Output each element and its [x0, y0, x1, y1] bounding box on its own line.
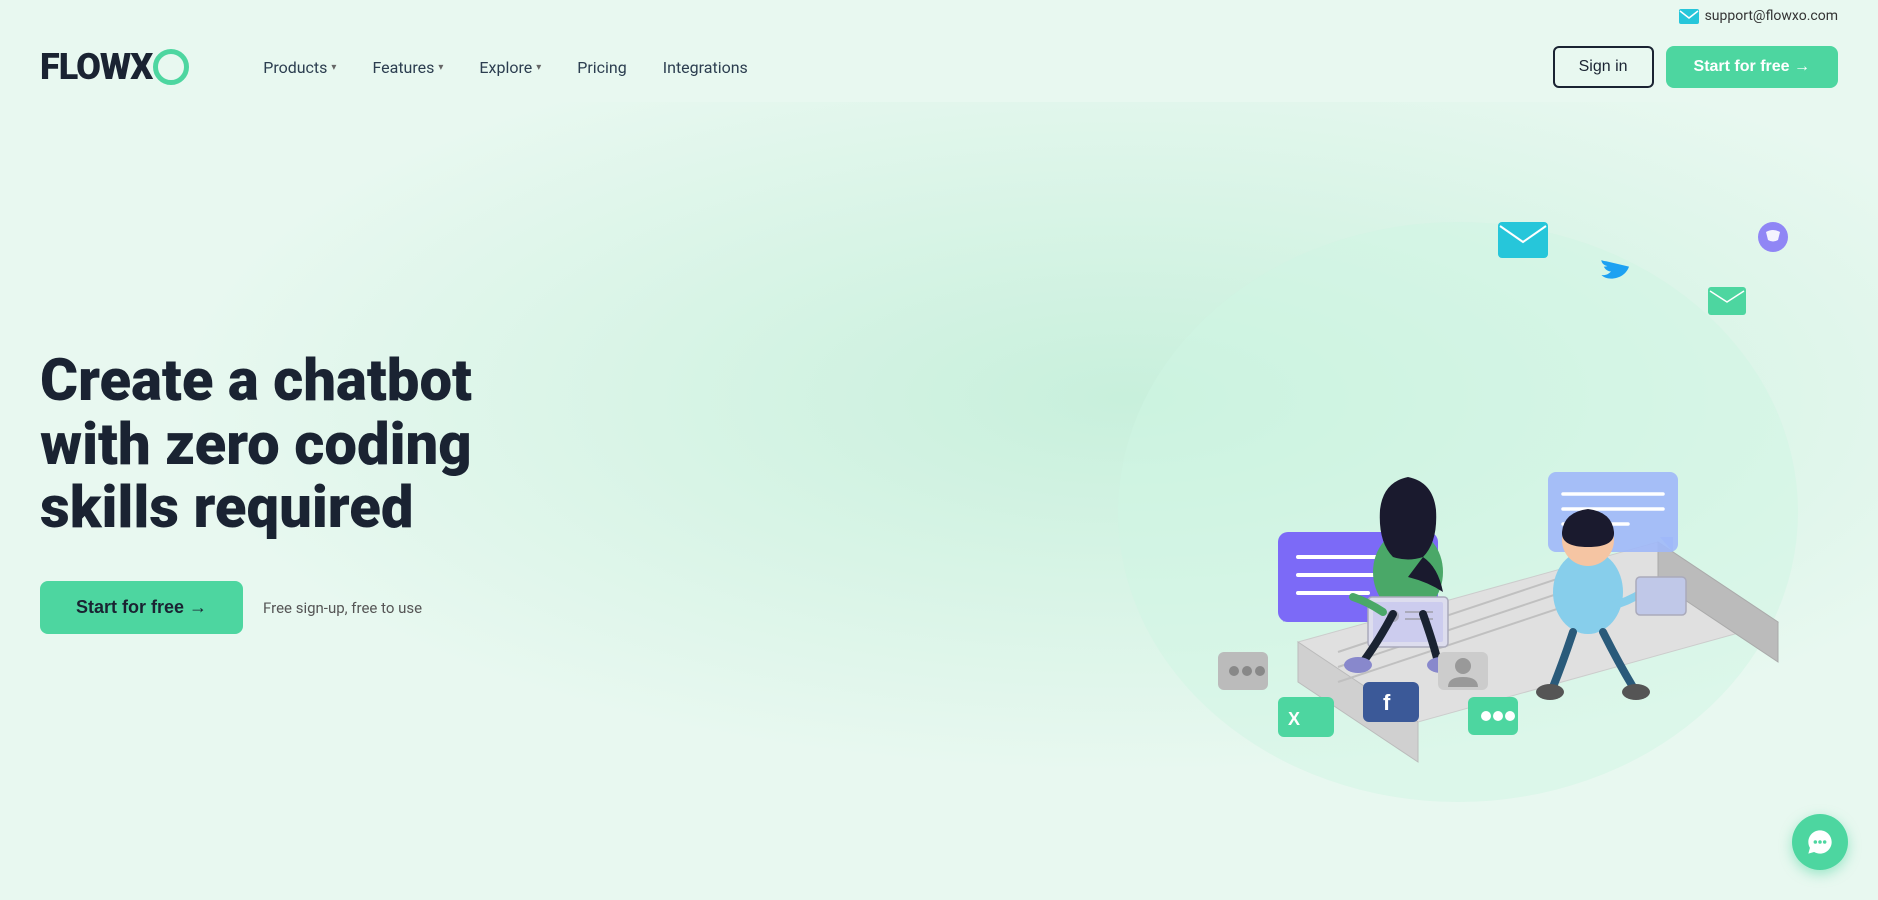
svg-text:f: f — [1383, 690, 1391, 715]
nav-integrations[interactable]: Integrations — [649, 50, 762, 85]
hero-headline: Create a chatbot with zero coding skills… — [40, 350, 560, 541]
navbar: FLOWX Products ▾ Features ▾ Explore ▾ Pr… — [0, 32, 1878, 102]
hero-section: Create a chatbot with zero coding skills… — [0, 102, 1878, 842]
logo-circle — [153, 49, 189, 85]
support-email[interactable]: support@flowxo.com — [1705, 8, 1838, 24]
hero-illustration: f X — [560, 142, 1838, 842]
support-email-container: support@flowxo.com — [1679, 8, 1838, 24]
hero-note: Free sign-up, free to use — [263, 599, 422, 617]
nav-features[interactable]: Features ▾ — [358, 50, 457, 85]
signin-button[interactable]: Sign in — [1553, 46, 1654, 88]
logo-text: FLOWX — [40, 46, 152, 88]
chevron-down-icon: ▾ — [331, 62, 336, 73]
nav-actions: Sign in Start for free → — [1553, 46, 1838, 88]
start-free-button-nav[interactable]: Start for free → — [1666, 46, 1838, 88]
email-icon — [1679, 9, 1699, 24]
hero-svg: f X — [978, 142, 1878, 842]
nav-explore[interactable]: Explore ▾ — [465, 50, 555, 85]
logo[interactable]: FLOWX — [40, 46, 189, 88]
svg-text:X: X — [1288, 709, 1300, 729]
start-free-button-hero[interactable]: Start for free → — [40, 581, 243, 634]
chat-float-button[interactable] — [1792, 814, 1848, 870]
chevron-down-icon: ▾ — [438, 62, 443, 73]
top-bar: support@flowxo.com — [0, 0, 1878, 32]
hero-cta: Start for free → Free sign-up, free to u… — [40, 581, 560, 634]
nav-pricing[interactable]: Pricing — [563, 50, 641, 85]
nav-links: Products ▾ Features ▾ Explore ▾ Pricing … — [249, 50, 1552, 85]
hero-left: Create a chatbot with zero coding skills… — [40, 350, 560, 634]
nav-products[interactable]: Products ▾ — [249, 50, 350, 85]
chevron-down-icon: ▾ — [536, 62, 541, 73]
